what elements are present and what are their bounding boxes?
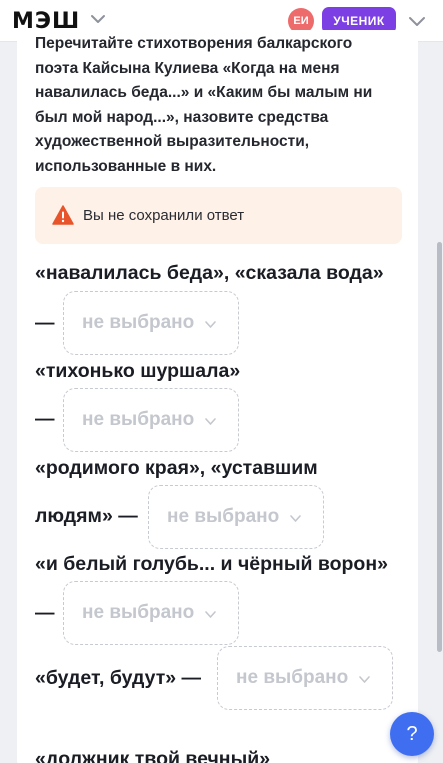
prompt-line: был мой народ...», назовите средства bbox=[35, 108, 329, 126]
select-value: не выбрано bbox=[167, 506, 280, 527]
prompt-line: художественной выразительности, bbox=[35, 133, 310, 150]
select-value: не выбрано bbox=[236, 667, 349, 688]
alert-text: Вы не сохранили ответ bbox=[83, 207, 245, 224]
unsaved-alert: Вы не сохранили ответ bbox=[35, 187, 402, 244]
chevron-down-icon bbox=[205, 418, 216, 425]
help-button[interactable]: ? bbox=[390, 712, 434, 756]
phrase-text: «и белый голубь... и чёрный ворон» bbox=[35, 553, 388, 575]
chevron-down-icon bbox=[359, 676, 370, 683]
prompt-line: навалилась беда...» и «Каким бы малым ни bbox=[35, 84, 373, 101]
answer-select[interactable]: не выбрано bbox=[63, 291, 239, 355]
task-card: Перечитайте стихотворения балкарского по… bbox=[17, 30, 418, 763]
answer-select[interactable]: не выбрано bbox=[63, 581, 239, 645]
phrase-text: «тихонько шуршала» bbox=[35, 360, 241, 382]
phrase-text: «родимого края», «уставшим bbox=[35, 457, 318, 479]
phrase-text: людям» — bbox=[35, 505, 138, 527]
answer-select[interactable]: не выбрано bbox=[217, 646, 393, 710]
dash: — bbox=[35, 602, 55, 624]
phrase-text: «навалилась беда», «сказала вода» bbox=[35, 262, 384, 284]
select-value: не выбрано bbox=[82, 602, 195, 623]
scrollbar-thumb[interactable] bbox=[437, 242, 442, 652]
chevron-down-icon bbox=[205, 611, 216, 618]
answer-select[interactable]: не выбрано bbox=[148, 485, 324, 549]
warning-icon bbox=[52, 205, 74, 225]
phrase-text: «должник твой вечный» bbox=[35, 748, 271, 763]
select-value: не выбрано bbox=[82, 409, 195, 430]
prompt-line: Перечитайте стихотворения балкарского bbox=[35, 35, 353, 52]
chevron-down-icon bbox=[205, 321, 216, 328]
chevron-down-icon[interactable] bbox=[90, 11, 106, 27]
dash: — bbox=[35, 408, 55, 430]
prompt-line: использованные в них. bbox=[35, 157, 217, 175]
chevron-down-icon[interactable] bbox=[408, 12, 426, 30]
phrase-text: «будет, будут» — bbox=[35, 667, 202, 689]
chevron-down-icon bbox=[290, 515, 301, 522]
task-prompt: Перечитайте стихотворения балкарского по… bbox=[35, 32, 395, 179]
select-value: не выбрано bbox=[82, 312, 195, 333]
dash: — bbox=[35, 312, 55, 334]
answer-select[interactable]: не выбрано bbox=[63, 388, 239, 452]
prompt-line: поэта Кайсына Кулиева «Когда на меня bbox=[35, 59, 340, 77]
